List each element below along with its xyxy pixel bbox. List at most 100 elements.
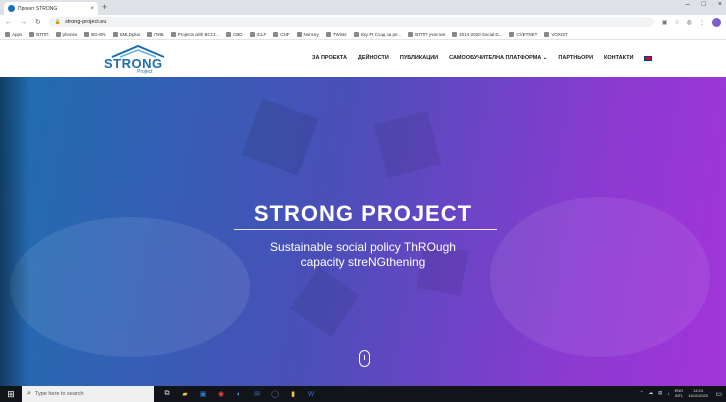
tab-close-icon[interactable]: × (90, 6, 94, 12)
bookmark-item[interactable]: ICLF (249, 31, 266, 37)
bookmark-item[interactable]: ПИБ (147, 31, 164, 37)
maximize-button[interactable]: □ (702, 1, 706, 8)
reload-icon[interactable]: ↻ (35, 18, 41, 26)
close-window-button[interactable]: × (718, 1, 722, 8)
file-explorer-icon[interactable]: ▰ (178, 388, 192, 400)
bookmark-icon (225, 31, 231, 37)
notifications-icon[interactable]: ▭ (715, 390, 722, 398)
bookmark-item[interactable]: BTПП участия (408, 31, 445, 37)
menu-icon[interactable]: ⋮ (699, 19, 705, 26)
search-icon: ⌕ (27, 390, 31, 397)
browser-tab-strip: Проект STRONG × + – □ × (0, 0, 726, 15)
taskbar: ⊞ ⌕ Type here to search ⧉ ▰ ▣ ◉ ◐ ✉ ◯ ▮ … (0, 386, 726, 402)
bookmark-item[interactable]: CNF (273, 31, 290, 37)
task-view-icon[interactable]: ⧉ (160, 388, 174, 400)
window-controls: – □ × (686, 1, 722, 8)
apps-icon (5, 31, 10, 37)
hands-puzzle-background (10, 98, 710, 357)
bookmark-icon (353, 31, 359, 37)
menu-item-partners[interactable]: ПАРТНЬОРИ (558, 55, 593, 61)
left-shadow (0, 77, 30, 386)
menu-item-publications[interactable]: ПУБЛИКАЦИИ (400, 55, 438, 61)
search-placeholder: Type here to search (34, 391, 84, 397)
hero-banner: STRONG PROJECT Sustainable social policy… (0, 77, 726, 386)
edge-icon[interactable]: ◐ (232, 388, 246, 400)
bookmark-item[interactable]: 2014-2020 Social D... (452, 31, 502, 37)
bookmark-item[interactable]: Projects with BCCI... (170, 31, 219, 37)
url-field[interactable]: 🔒 strong-project.eu (48, 17, 654, 27)
new-tab-button[interactable]: + (102, 2, 107, 13)
bookmarks-bar: Apps BTПП phones BG-EN SMLDplus ПИБ Proj… (0, 29, 726, 40)
bookmark-item[interactable]: TWists (325, 31, 347, 37)
bookmark-item[interactable]: Sky-Ft Създ за ре... (353, 31, 401, 37)
address-bar-row: ← → ↻ 🔒 strong-project.eu ▣ ☆ ◍ ⋮ (0, 15, 726, 29)
site-logo[interactable]: STRONG Project (104, 44, 170, 75)
network-icon[interactable]: ▤ (658, 390, 662, 396)
onedrive-icon[interactable]: ☁ (649, 390, 654, 396)
hero-title: STRONG PROJECT (253, 201, 473, 226)
bookmark-item[interactable]: phones (55, 31, 77, 37)
bookmark-icon (29, 31, 35, 37)
volume-icon[interactable]: ♪ (667, 391, 669, 396)
bookmark-star-icon[interactable]: ☆ (674, 19, 679, 26)
bookmark-icon (296, 31, 302, 37)
bookmark-icon (452, 31, 458, 37)
bookmark-icon (408, 31, 414, 37)
bookmark-icon (509, 31, 515, 37)
taskbar-apps: ⧉ ▰ ▣ ◉ ◐ ✉ ◯ ▮ W (154, 388, 318, 400)
bookmark-item[interactable]: BG-EN (84, 31, 106, 37)
back-icon[interactable]: ← (5, 19, 12, 26)
extensions-area: ▣ ☆ ◍ ⋮ (662, 17, 721, 27)
bookmark-item[interactable]: CBD (225, 31, 243, 37)
lock-icon: 🔒 (54, 19, 62, 25)
bookmark-item[interactable]: VOXIST (544, 31, 568, 37)
uk-flag-icon[interactable] (644, 55, 653, 61)
bookmark-icon (544, 31, 550, 37)
hero-subtitle-line2: capacity streNGthening (300, 255, 426, 269)
bookmark-icon (55, 31, 61, 37)
logo-subtext: Project (137, 69, 153, 75)
chrome-icon[interactable]: ◉ (214, 388, 228, 400)
bookmark-item[interactable]: CVETNET (509, 31, 537, 37)
sticky-notes-icon[interactable]: ▮ (286, 388, 300, 400)
tray-chevron-icon[interactable]: ⌃ (640, 390, 644, 396)
system-tray: ⌃ ☁ ▤ ♪ ENG INTL 14:24 16/11/2020 (640, 388, 708, 398)
bookmark-icon (84, 31, 90, 37)
menu-item-activities[interactable]: ДЕЙНОСТИ (358, 55, 389, 61)
clock[interactable]: 14:24 16/11/2020 (688, 388, 708, 398)
store-icon[interactable]: ▣ (196, 388, 210, 400)
hero-divider (234, 229, 497, 230)
browser-tab[interactable]: Проект STRONG × (4, 2, 98, 15)
bookmark-item[interactable]: SMLDplus (112, 31, 140, 37)
word-icon[interactable]: W (304, 388, 318, 400)
hero-subtitle-line1: Sustainable social policy ThROugh (270, 240, 456, 254)
viber-icon[interactable]: ◯ (268, 388, 282, 400)
language-indicator[interactable]: ENG INTL (675, 388, 684, 398)
bookmark-icon (147, 31, 153, 37)
site-header: STRONG Project ЗА ПРОЕКТА ДЕЙНОСТИ ПУБЛИ… (0, 40, 726, 77)
bookmark-icon (112, 31, 118, 37)
tab-title: Проект STRONG (18, 5, 58, 12)
translate-icon[interactable]: ▣ (662, 19, 668, 26)
scroll-down-icon[interactable] (359, 350, 370, 367)
bookmark-item[interactable]: Noncey (296, 31, 319, 37)
forward-icon[interactable]: → (20, 19, 27, 26)
mail-icon[interactable]: ✉ (250, 388, 264, 400)
taskbar-search[interactable]: ⌕ Type here to search (22, 386, 154, 402)
menu-item-contacts[interactable]: КОНТАКТИ (604, 55, 633, 61)
menu-item-about[interactable]: ЗА ПРОЕКТА (312, 55, 347, 61)
bookmark-item[interactable]: BTПП (29, 31, 49, 37)
url-text: strong-project.eu (65, 19, 107, 25)
bookmark-icon (325, 31, 331, 37)
tab-favicon-icon (8, 5, 15, 12)
logo-text: STRONG (104, 56, 163, 71)
bookmark-icon (273, 31, 279, 37)
bookmark-item[interactable]: Apps (5, 31, 22, 37)
menu-item-platform[interactable]: САМООБУЧИТЕЛНА ПЛАТФОРМА ⌄ (449, 55, 547, 61)
extension-icon[interactable]: ◍ (687, 19, 692, 26)
minimize-button[interactable]: – (686, 1, 690, 8)
windows-start-icon[interactable]: ⊞ (0, 386, 22, 402)
bookmark-icon (249, 31, 255, 37)
main-menu: ЗА ПРОЕКТА ДЕЙНОСТИ ПУБЛИКАЦИИ САМООБУЧИ… (312, 55, 653, 61)
profile-avatar[interactable] (712, 17, 721, 27)
